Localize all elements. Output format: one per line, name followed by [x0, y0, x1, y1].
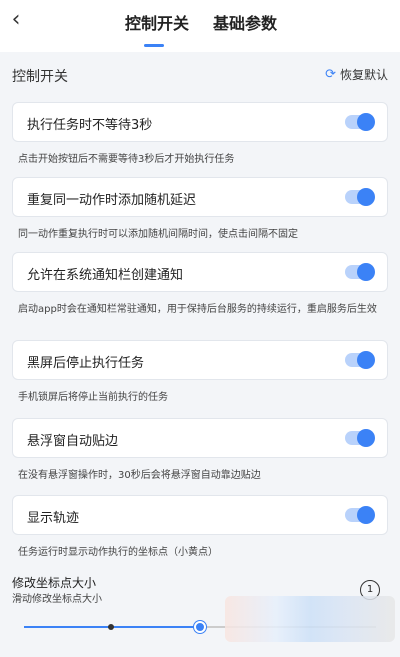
setting-card-notification: 允许在系统通知栏创建通知: [12, 252, 388, 292]
setting-description: 启动app时会在通知栏常驻通知，用于保持后台服务的持续运行，重启服务后生效: [18, 304, 377, 315]
setting-description: 同一动作重复执行时可以添加随机间隔时间，使点击间隔不固定: [18, 229, 298, 240]
refresh-icon: ⟳: [325, 67, 336, 82]
setting-description: 任务运行时显示动作执行的坐标点（小黄点）: [18, 547, 218, 558]
restore-default-button[interactable]: ⟳ 恢复默认: [325, 66, 388, 83]
setting-label: 执行任务时不等待3秒: [27, 118, 153, 133]
tab-basic-params[interactable]: 基础参数: [213, 10, 277, 34]
setting-label: 允许在系统通知栏创建通知: [27, 268, 184, 283]
toggle-switch[interactable]: [345, 506, 375, 524]
toggle-knob: [357, 506, 375, 524]
setting-card-float-snap: 悬浮窗自动贴边: [12, 418, 388, 458]
setting-label: 悬浮窗自动贴边: [27, 434, 119, 449]
setting-description: 手机锁屏后将停止当前执行的任务: [18, 392, 168, 403]
active-tab-indicator: [144, 44, 164, 47]
setting-label: 黑屏后停止执行任务: [27, 356, 145, 371]
slider-title: 修改坐标点大小: [12, 576, 97, 590]
slider-step-dot: [108, 624, 114, 630]
top-bar: ‹ 控制开关 基础参数: [0, 0, 400, 52]
slider-description: 滑动修改坐标点大小: [12, 594, 102, 605]
slider-thumb[interactable]: [194, 621, 206, 633]
setting-card-show-trace: 显示轨迹: [12, 495, 388, 535]
tab-control-switch[interactable]: 控制开关: [125, 10, 189, 34]
toggle-knob: [357, 188, 375, 206]
toggle-knob: [357, 113, 375, 131]
toggle-knob: [357, 429, 375, 447]
setting-card-no-wait: 执行任务时不等待3秒: [12, 102, 388, 142]
setting-description: 点击开始按钮后不需要等待3秒后才开始执行任务: [18, 154, 235, 165]
setting-card-random-delay: 重复同一动作时添加随机延迟: [12, 177, 388, 217]
toggle-switch[interactable]: [345, 429, 375, 447]
setting-label: 显示轨迹: [27, 511, 80, 526]
toggle-knob: [357, 351, 375, 369]
blurred-overlay: [225, 596, 395, 642]
chevron-left-icon[interactable]: ‹: [6, 8, 26, 32]
toggle-switch[interactable]: [345, 351, 375, 369]
toggle-switch[interactable]: [345, 188, 375, 206]
restore-default-label: 恢复默认: [339, 68, 388, 82]
toggle-knob: [357, 263, 375, 281]
setting-card-stop-on-screen-off: 黑屏后停止执行任务: [12, 340, 388, 380]
section-title: 控制开关: [12, 69, 68, 85]
setting-label: 重复同一动作时添加随机延迟: [27, 193, 197, 208]
setting-description: 在没有悬浮窗操作时，30秒后会将悬浮窗自动靠边贴边: [18, 470, 261, 481]
toggle-switch[interactable]: [345, 263, 375, 281]
toggle-switch[interactable]: [345, 113, 375, 131]
